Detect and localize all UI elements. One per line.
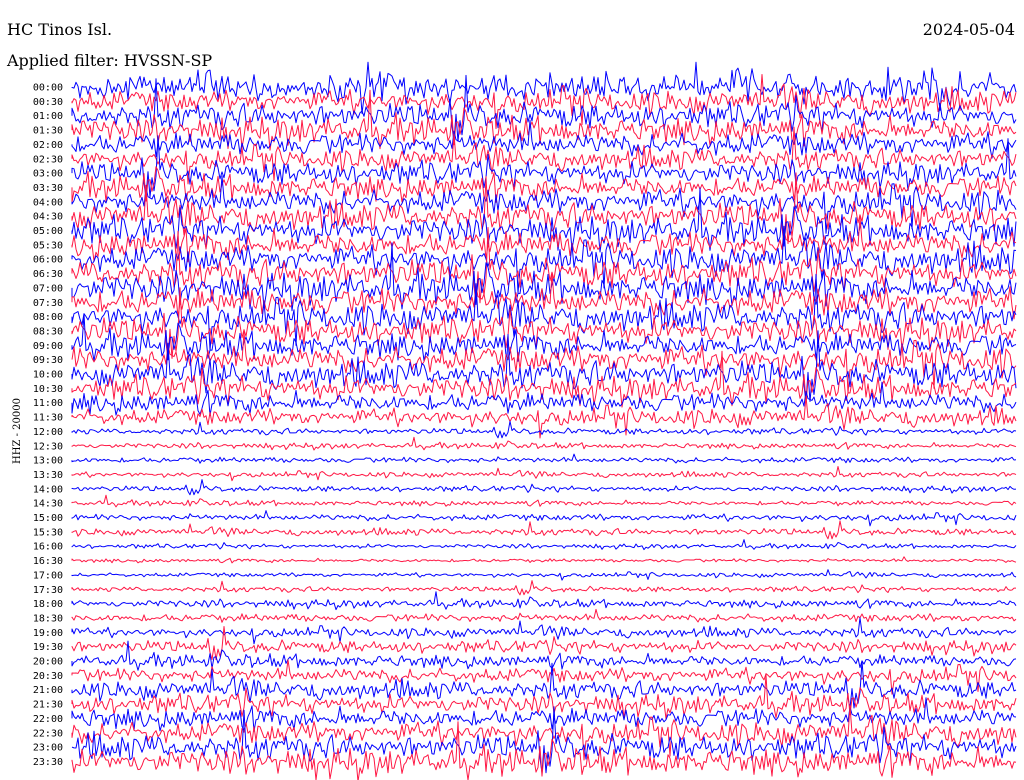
- tick-label-0900: 09:00: [33, 341, 63, 352]
- tick-label-0530: 05:30: [33, 240, 63, 251]
- tick-label-1830: 18:30: [33, 613, 63, 624]
- trace-row-1330: [71, 466, 1017, 482]
- tick-label-1530: 15:30: [33, 527, 63, 538]
- trace-row-1100: [71, 381, 1017, 416]
- trace-row-1730: [71, 580, 1016, 596]
- tick-label-0830: 08:30: [33, 326, 63, 337]
- time-tick-labels: 00:00 00:30 01:00 01:30 02:00 02:30 03:00 03:30…: [33, 83, 63, 768]
- trace-row-0000: [71, 61, 1017, 114]
- tick-label-0730: 07:30: [33, 298, 63, 309]
- trace-row-1700: [71, 569, 1017, 581]
- trace-row-1600: [71, 539, 1017, 551]
- tick-label-0030: 00:30: [33, 97, 63, 108]
- tick-label-1430: 14:30: [33, 499, 63, 510]
- tick-label-0400: 04:00: [33, 197, 63, 208]
- tick-label-0300: 03:00: [33, 169, 63, 180]
- tick-label-1630: 16:30: [33, 556, 63, 567]
- tick-label-2230: 22:30: [33, 728, 63, 739]
- tick-label-0000: 00:00: [33, 83, 63, 94]
- tick-label-0130: 01:30: [33, 126, 63, 137]
- trace-row-1800: [71, 591, 1017, 611]
- tick-label-1000: 10:00: [33, 370, 63, 381]
- tick-label-1230: 12:30: [33, 441, 63, 452]
- tick-label-1330: 13:30: [33, 470, 63, 481]
- trace-row-1630: [71, 556, 1017, 564]
- helicorder-plot: 00:00 00:30 01:00 01:30 02:00 02:30 03:00 03:30…: [33, 61, 1017, 780]
- trace-row-1500: [71, 510, 1017, 527]
- trace-row-1030: [71, 350, 1017, 408]
- tick-label-1200: 12:00: [33, 427, 63, 438]
- tick-label-0700: 07:00: [33, 283, 63, 294]
- tick-label-1930: 19:30: [33, 642, 63, 653]
- tick-label-1400: 14:00: [33, 484, 63, 495]
- trace-row-1930: [71, 626, 1017, 660]
- trace-row-1400: [71, 479, 1017, 496]
- tick-label-1130: 11:30: [33, 413, 63, 424]
- tick-label-2030: 20:30: [33, 671, 63, 682]
- tick-label-0200: 02:00: [33, 140, 63, 151]
- tick-label-0230: 02:30: [33, 154, 63, 165]
- tick-label-1100: 11:00: [33, 398, 63, 409]
- tick-label-2200: 22:00: [33, 714, 63, 725]
- tick-label-0930: 09:30: [33, 355, 63, 366]
- tick-label-1800: 18:00: [33, 599, 63, 610]
- tick-label-2100: 21:00: [33, 685, 63, 696]
- trace-row-1830: [71, 608, 1017, 623]
- tick-label-2000: 20:00: [33, 657, 63, 668]
- tick-label-0100: 01:00: [33, 111, 63, 122]
- tick-label-0630: 06:30: [33, 269, 63, 280]
- trace-row-1900: [71, 617, 1017, 645]
- trace-row-0030: [71, 74, 1017, 130]
- tick-label-2300: 23:00: [33, 743, 63, 754]
- tick-label-1300: 13:00: [33, 456, 63, 467]
- tick-label-0600: 06:00: [33, 255, 63, 266]
- trace-row-2200: [71, 697, 1017, 732]
- tick-label-1730: 17:30: [33, 585, 63, 596]
- tick-label-0330: 03:30: [33, 183, 63, 194]
- trace-row-0530: [71, 216, 1017, 263]
- tick-label-2330: 23:30: [33, 757, 63, 768]
- trace-row-1430: [71, 494, 1017, 508]
- trace-row-1530: [71, 520, 1017, 540]
- tick-label-1700: 17:00: [33, 570, 63, 581]
- tick-label-2130: 21:30: [33, 700, 63, 711]
- trace-row-1300: [71, 453, 1017, 464]
- trace-row-0200: [71, 119, 1017, 159]
- trace-row-1230: [71, 436, 1017, 451]
- tick-label-1030: 10:30: [33, 384, 63, 395]
- tick-label-1600: 16:00: [33, 542, 63, 553]
- tick-label-0500: 05:00: [33, 226, 63, 237]
- tick-label-1900: 19:00: [33, 628, 63, 639]
- tick-label-1500: 15:00: [33, 513, 63, 524]
- trace-group: [71, 61, 1017, 780]
- tick-label-0430: 04:30: [33, 212, 63, 223]
- tick-label-0800: 08:00: [33, 312, 63, 323]
